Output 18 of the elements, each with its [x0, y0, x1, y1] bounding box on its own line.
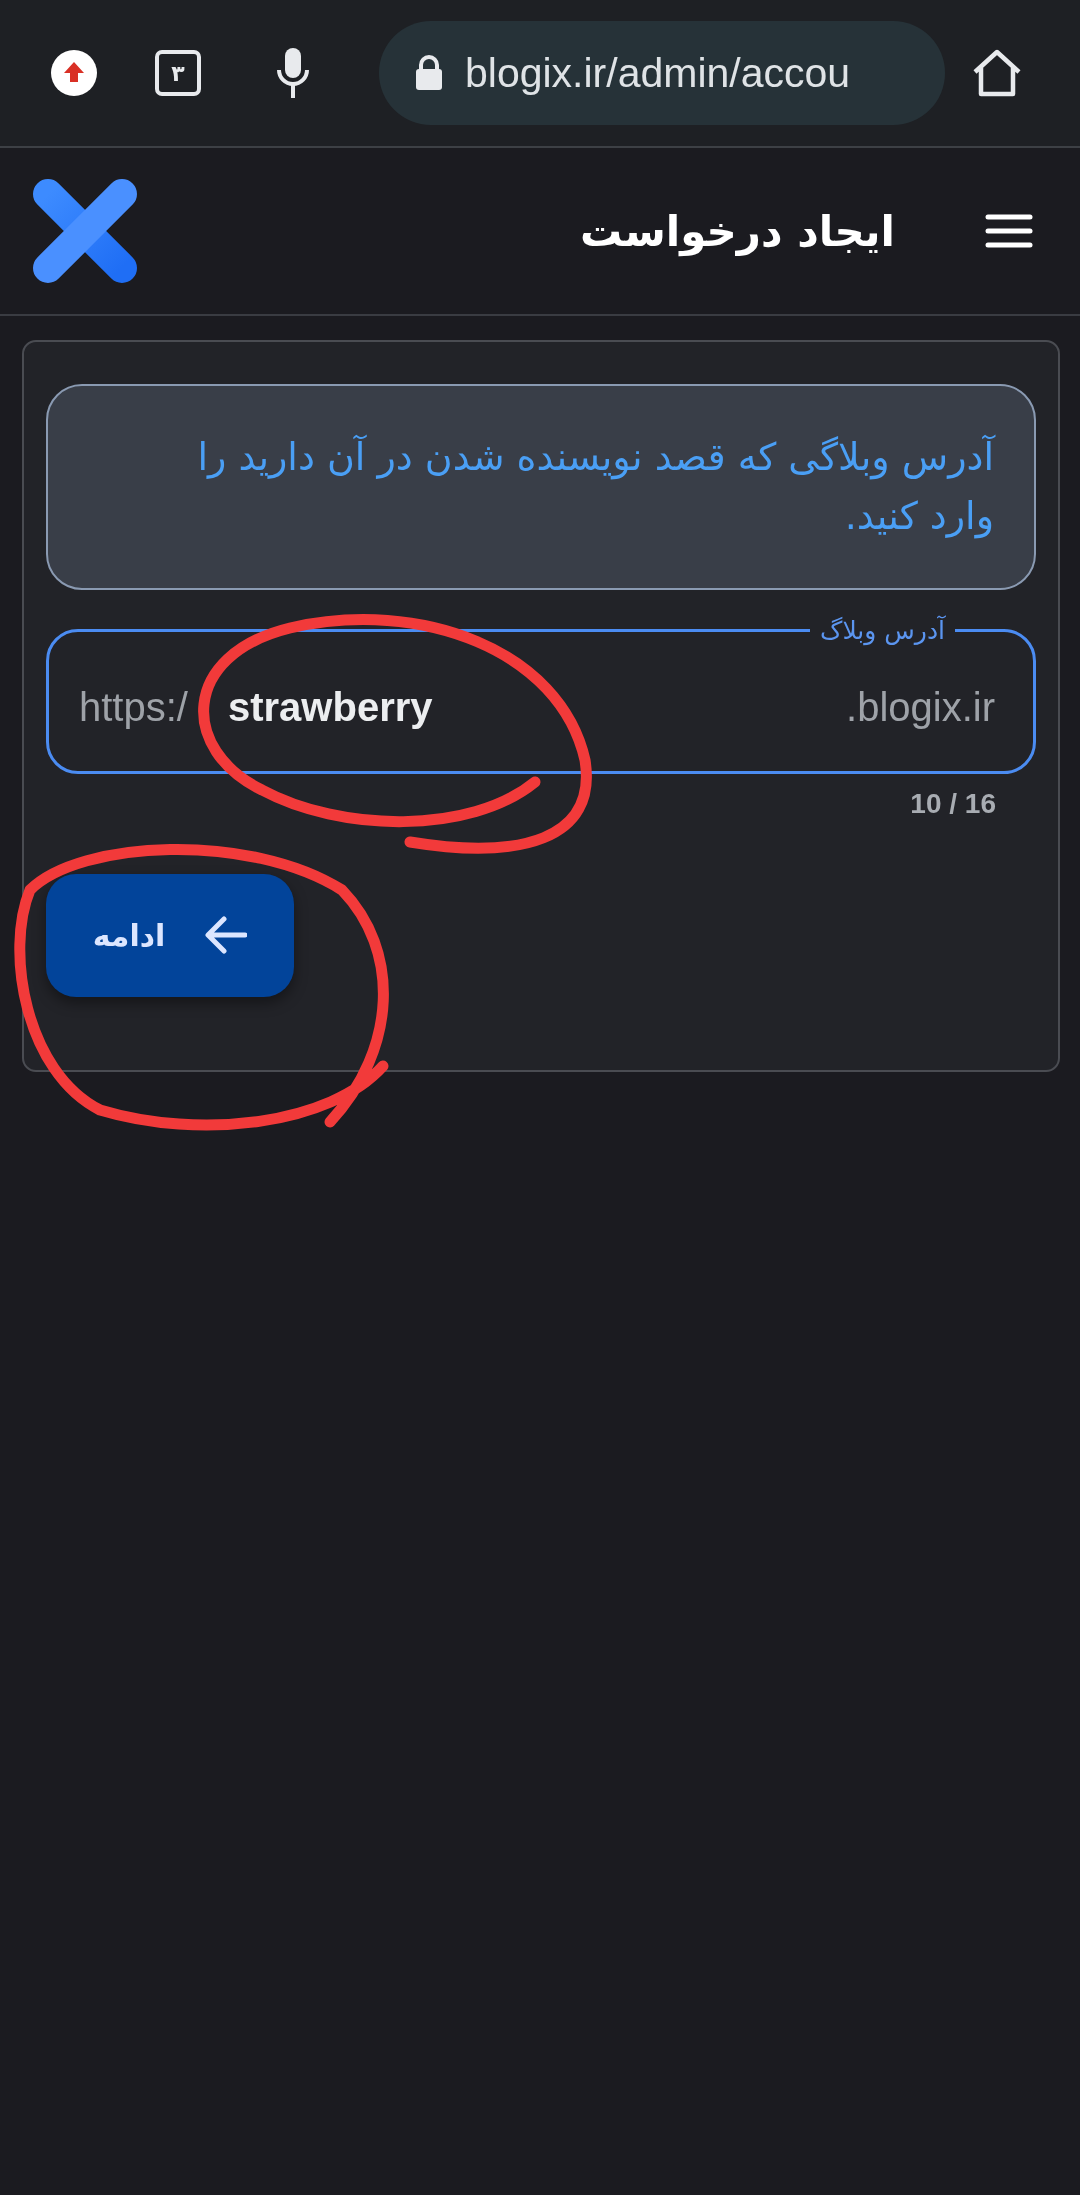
field-label: آدرس وبلاگ — [819, 615, 947, 645]
url-text: blogix.ir/admin/accou — [465, 49, 851, 97]
continue-button[interactable]: ادامه — [46, 873, 294, 997]
arrow-left-icon — [205, 916, 248, 955]
url-prefix: https:/ — [79, 685, 188, 731]
tab-switcher-button[interactable]: ۳ — [155, 50, 201, 96]
lock-icon — [415, 55, 443, 91]
blog-address-input[interactable]: strawberry — [227, 685, 548, 731]
domain-suffix: .blogix.ir — [846, 685, 995, 731]
page-title: ایجاد درخواست — [580, 206, 895, 256]
character-counter: 10 / 16 — [910, 787, 996, 820]
logo-icon — [32, 178, 138, 284]
menu-icon[interactable] — [985, 213, 1033, 249]
address-bar[interactable]: blogix.ir/admin/accou — [379, 21, 945, 125]
home-icon[interactable] — [971, 48, 1023, 98]
microphone-icon[interactable] — [275, 46, 311, 100]
info-alert: آدرس وبلاگی که قصد نویسنده شدن در آن دارید را وارد کنید. — [46, 384, 1036, 590]
upload-icon[interactable] — [50, 49, 98, 97]
